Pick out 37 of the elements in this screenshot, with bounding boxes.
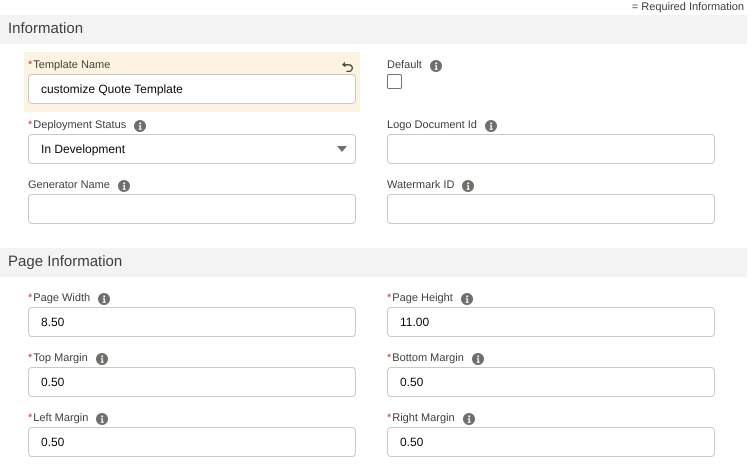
input-field[interactable] [28, 194, 356, 224]
dropdown-field[interactable]: In Development [28, 134, 356, 164]
input-field[interactable] [387, 194, 715, 224]
required-asterisk: * [387, 411, 392, 426]
field-label: Left Margin [33, 411, 88, 426]
field-label: Page Width [33, 291, 90, 306]
field-label: Watermark ID [387, 178, 454, 194]
field-label: Page Height [392, 291, 453, 306]
required-asterisk: * [387, 351, 392, 366]
required-asterisk: * [387, 291, 392, 306]
required-note: = Required Information [632, 0, 744, 15]
field-label: Default [387, 58, 422, 74]
required-asterisk: * [28, 351, 32, 366]
input-field[interactable]: 11.00 [387, 307, 715, 337]
field-label: Top Margin [33, 351, 88, 366]
section-header: Information [0, 15, 747, 44]
required-asterisk: * [28, 58, 32, 74]
required-asterisk: * [28, 291, 32, 306]
input-field[interactable]: customize Quote Template [28, 74, 356, 104]
caret-icon [337, 146, 347, 152]
field-label: Deployment Status [33, 118, 126, 134]
section-header: Page Information [0, 248, 747, 277]
required-asterisk: * [28, 411, 32, 426]
input-field[interactable] [387, 134, 715, 164]
required-asterisk: * [28, 118, 32, 134]
undo-icon[interactable] [342, 60, 354, 72]
checkbox[interactable] [387, 74, 402, 89]
input-field[interactable]: 0.50 [28, 367, 356, 397]
field-label: Bottom Margin [392, 351, 464, 366]
field-label: Generator Name [28, 178, 110, 194]
field-label: Logo Document Id [387, 118, 477, 134]
field-label: Right Margin [392, 411, 455, 426]
input-field[interactable]: 0.50 [387, 367, 715, 397]
input-field[interactable]: 0.50 [387, 427, 715, 457]
input-field[interactable]: 8.50 [28, 307, 356, 337]
input-field[interactable]: 0.50 [28, 427, 356, 457]
field-label: Template Name [33, 58, 110, 74]
